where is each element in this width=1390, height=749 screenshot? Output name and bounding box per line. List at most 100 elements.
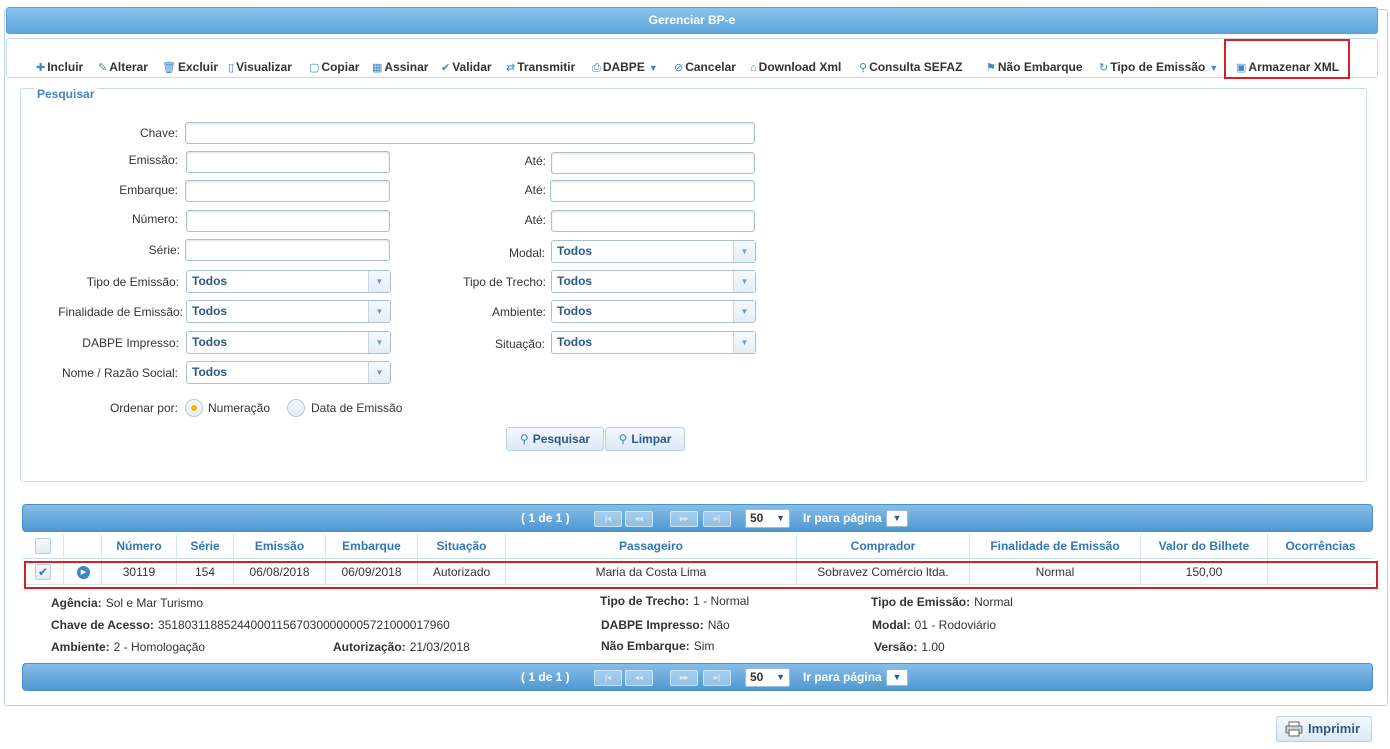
- last-page-icon[interactable]: ▸|: [703, 511, 731, 527]
- page-size-select[interactable]: 50 ▼: [745, 509, 790, 528]
- chevron-down-icon[interactable]: ▼: [368, 362, 390, 383]
- plus-icon: ✚: [36, 62, 46, 74]
- chave-label: Chave:: [139, 126, 178, 140]
- detail-agencia-value: Sol e Mar Turismo: [105, 596, 204, 610]
- numero-ate-input[interactable]: [551, 210, 755, 232]
- detail-versao-label: Versão:: [874, 640, 918, 654]
- th-comprador[interactable]: Comprador: [797, 534, 970, 559]
- validar-label: Validar: [452, 60, 492, 74]
- first-page-icon[interactable]: |◂: [594, 511, 622, 527]
- page-size-select[interactable]: 50 ▼: [745, 668, 790, 687]
- excluir-label: Excluir: [177, 60, 218, 74]
- th-ocorrencias[interactable]: Ocorrências: [1268, 534, 1373, 559]
- detail-tipo-trecho-value: 1 - Normal: [693, 594, 750, 608]
- detail-ambiente: Ambiente: 2 - Homologação: [51, 640, 205, 654]
- th-serie[interactable]: Série: [177, 534, 234, 559]
- detail-chave-label: Chave de Acesso:: [51, 618, 154, 632]
- th-numero[interactable]: Número: [102, 534, 177, 559]
- alterar-button[interactable]: ✎ Alterar: [98, 59, 148, 75]
- tipo-emissao-menu[interactable]: ↻ Tipo de Emissão ▼: [1099, 59, 1218, 75]
- th-finalidade[interactable]: Finalidade de Emissão: [970, 534, 1141, 559]
- visualizar-label: Visualizar: [236, 60, 292, 74]
- last-page-icon[interactable]: ▸|: [703, 670, 731, 686]
- prev-page-icon[interactable]: ◂◂: [625, 511, 653, 527]
- prev-page-icon[interactable]: ◂◂: [625, 670, 653, 686]
- emissao-label: Emissão:: [128, 153, 178, 167]
- detail-autorizacao-label: Autorização:: [333, 640, 406, 654]
- emissao-ate-input[interactable]: [551, 152, 755, 174]
- dabpe-impresso-label: DABPE Impresso:: [82, 336, 179, 350]
- goto-page-select[interactable]: ▼: [886, 510, 908, 527]
- tipo-emissao-label: Tipo de Emissão: [1110, 60, 1206, 74]
- tipo-trecho-select[interactable]: Todos ▼: [551, 270, 756, 293]
- detail-tipo-emissao-value: Normal: [974, 595, 1013, 609]
- validar-button[interactable]: ✔ Validar: [441, 59, 492, 75]
- th-valor[interactable]: Valor do Bilhete: [1141, 534, 1268, 559]
- chevron-down-icon[interactable]: ▼: [733, 271, 755, 292]
- chevron-down-icon[interactable]: ▼: [733, 241, 755, 262]
- chevron-down-icon[interactable]: ▼: [733, 332, 755, 353]
- select-all-checkbox[interactable]: [35, 538, 51, 554]
- th-situacao[interactable]: Situação: [418, 534, 506, 559]
- chevron-down-icon[interactable]: ▼: [733, 301, 755, 322]
- download-xml-button[interactable]: ⌂ Download Xml: [750, 59, 841, 75]
- dabpe-impresso-select[interactable]: Todos ▼: [186, 331, 391, 354]
- chevron-down-icon[interactable]: ▼: [368, 271, 390, 292]
- goto-page-label: Ir para página: [803, 511, 882, 525]
- chave-input[interactable]: [185, 122, 755, 144]
- transmitir-button[interactable]: ⇄ Transmitir: [506, 59, 575, 75]
- copiar-button[interactable]: ▢ Copiar: [309, 59, 359, 75]
- incluir-button[interactable]: ✚ Incluir: [36, 59, 83, 75]
- assinar-button[interactable]: ▦ Assinar: [372, 59, 428, 75]
- modal-select[interactable]: Todos ▼: [551, 240, 756, 263]
- th-passageiro[interactable]: Passageiro: [506, 534, 797, 559]
- limpar-button[interactable]: ⚲ Limpar: [605, 427, 685, 451]
- dabpe-menu[interactable]: ⎙ DABPE ▼: [592, 59, 658, 75]
- pager-bottom: ( 1 de 1 ) |◂ ◂◂ ▸▸ ▸| 50 ▼ Ir para págin…: [22, 663, 1373, 691]
- embarque-ate-input[interactable]: [550, 180, 755, 202]
- order-numeracao-label: Numeração: [208, 401, 271, 415]
- th-emissao[interactable]: Emissão: [234, 534, 326, 559]
- first-page-icon[interactable]: |◂: [594, 670, 622, 686]
- serie-input[interactable]: [185, 239, 390, 261]
- situacao-select[interactable]: Todos ▼: [551, 331, 756, 354]
- numero-ate-label: Até:: [524, 213, 546, 227]
- numero-input[interactable]: [186, 210, 390, 232]
- detail-tipo-trecho: Tipo de Trecho: 1 - Normal: [600, 594, 749, 608]
- visualizar-button[interactable]: ▯ Visualizar: [228, 59, 292, 75]
- nome-razao-select[interactable]: Todos ▼: [186, 361, 391, 384]
- chevron-down-icon[interactable]: ▼: [368, 301, 390, 322]
- order-numeracao-radio[interactable]: [185, 399, 203, 417]
- limpar-label: Limpar: [631, 432, 672, 446]
- detail-autorizacao: Autorização: 21/03/2018: [333, 640, 470, 654]
- finalidade-select[interactable]: Todos ▼: [186, 300, 391, 323]
- nao-embarque-button[interactable]: ⚑ Não Embarque: [986, 59, 1083, 75]
- th-embarque[interactable]: Embarque: [326, 534, 418, 559]
- finalidade-label: Finalidade de Emissão:: [58, 305, 183, 319]
- emissao-input[interactable]: [186, 151, 390, 173]
- detail-agencia-label: Agência:: [51, 596, 102, 610]
- ambiente-select[interactable]: Todos ▼: [551, 300, 756, 323]
- embarque-input[interactable]: [185, 180, 390, 202]
- imprimir-button[interactable]: Imprimir: [1276, 716, 1372, 742]
- goto-page-select[interactable]: ▼: [886, 669, 908, 686]
- panel-title: Gerenciar BP-e: [6, 7, 1378, 34]
- ban-icon: ⊘: [674, 62, 684, 74]
- next-page-icon[interactable]: ▸▸: [670, 511, 698, 527]
- nome-razao-label: Nome / Razão Social:: [61, 366, 178, 380]
- certificate-icon: ▦: [372, 62, 383, 74]
- pesquisar-button[interactable]: ⚲ Pesquisar: [506, 427, 604, 451]
- excluir-button[interactable]: 🗑 Excluir: [162, 59, 218, 75]
- tipo-emissao-select[interactable]: Todos ▼: [186, 270, 391, 293]
- chevron-down-icon[interactable]: ▼: [368, 332, 390, 353]
- cancelar-button[interactable]: ⊘ Cancelar: [674, 59, 736, 75]
- consulta-sefaz-button[interactable]: ⚲ Consulta SEFAZ: [859, 59, 962, 75]
- order-data-emissao-radio[interactable]: [287, 399, 305, 417]
- detail-modal: Modal: 01 - Rodoviário: [872, 618, 996, 632]
- nome-razao-value: Todos: [192, 365, 228, 379]
- detail-versao: Versão: 1.00: [874, 640, 945, 654]
- detail-tipo-trecho-label: Tipo de Trecho:: [600, 594, 690, 608]
- tipo-trecho-label: Tipo de Trecho:: [463, 275, 546, 289]
- flag-icon: ⚑: [986, 62, 996, 74]
- next-page-icon[interactable]: ▸▸: [670, 670, 698, 686]
